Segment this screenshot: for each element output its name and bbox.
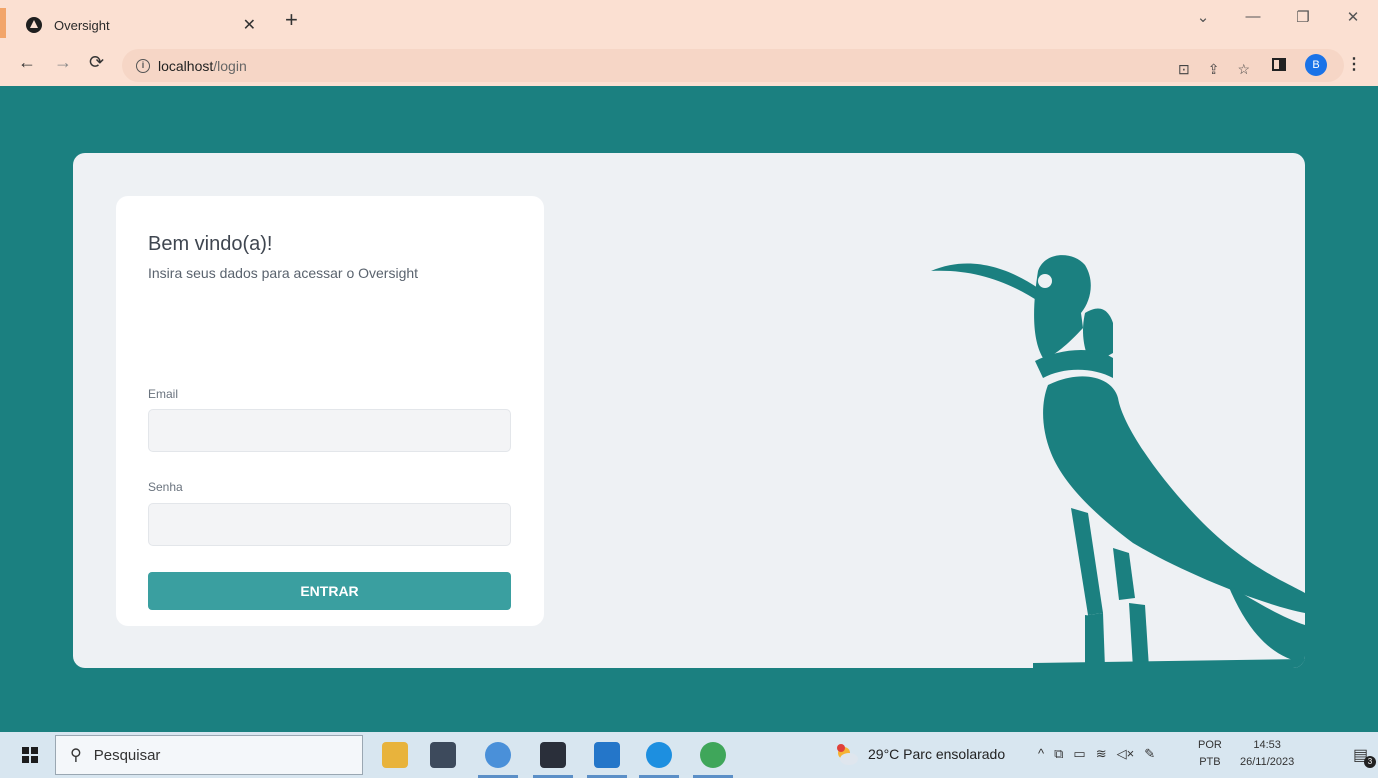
weather-status[interactable]: 29°C Parc ensolarado — [868, 746, 1005, 762]
restore-button[interactable]: ❐ — [1278, 8, 1328, 26]
pen-icon[interactable]: ✎ — [1144, 746, 1155, 762]
kebab-menu-icon[interactable]: ⋮ — [1346, 54, 1362, 74]
browser-tab-strip: Oversight ✕ + ⌄ — ❐ ✕ — [0, 0, 1378, 44]
browser-toolbar: ← → ⟳ i localhost/login ⊡ ⇪ ☆ B ⋮ — [0, 44, 1378, 86]
clock[interactable]: 14:53 26/11/2023 — [1240, 737, 1294, 771]
forward-icon[interactable]: → — [54, 52, 72, 73]
bookmark-star-icon[interactable]: ☆ — [1237, 61, 1250, 78]
address-bar[interactable]: i localhost/login ⊡ ⇪ ☆ — [122, 49, 1344, 82]
meet-now-icon[interactable]: ⧉ — [1054, 746, 1063, 762]
app-triangle-icon — [26, 17, 42, 33]
avatar[interactable]: B — [1305, 54, 1327, 76]
language-primary: POR — [1198, 739, 1222, 751]
url-host: localhost — [158, 57, 214, 74]
chrome-icon[interactable] — [485, 742, 511, 768]
wifi-icon[interactable]: ≋ — [1096, 746, 1107, 762]
notification-icon[interactable]: ▤ 3 — [1353, 745, 1376, 768]
address-bar-actions: ⊡ ⇪ ☆ — [1178, 61, 1250, 78]
tray-chevron-icon[interactable]: ^ — [1038, 746, 1044, 762]
language-indicator[interactable]: POR PTB — [1198, 737, 1222, 771]
clock-time: 14:53 — [1253, 739, 1281, 751]
window-controls: ⌄ — ❐ ✕ — [1178, 8, 1378, 26]
url-path: /login — [213, 57, 247, 74]
terminal-icon[interactable] — [540, 742, 566, 768]
vscode-icon[interactable] — [594, 742, 620, 768]
back-icon[interactable]: ← — [18, 52, 36, 73]
clock-date: 26/11/2023 — [1240, 756, 1295, 768]
minimize-button[interactable]: — — [1228, 8, 1278, 26]
windows-taskbar: ⚲ Pesquisar 29°C Parc ensolarado ^ ⧉ ▭ ≋… — [0, 732, 1378, 778]
tab-title: Oversight — [54, 17, 110, 33]
windows-start-icon[interactable] — [22, 747, 38, 763]
browser-tab[interactable]: Oversight ✕ — [8, 6, 274, 44]
volume-muted-icon[interactable]: ◁× — [1117, 746, 1135, 762]
file-explorer-icon[interactable] — [382, 742, 408, 768]
microsoft-store-icon[interactable] — [430, 742, 456, 768]
login-panel: Bem vindo(a)! Insira seus dados para ace… — [73, 153, 1305, 668]
close-window-button[interactable]: ✕ — [1328, 8, 1378, 26]
language-secondary: PTB — [1199, 756, 1221, 768]
notification-badge: 3 — [1364, 756, 1376, 768]
translate-icon[interactable]: ⊡ — [1178, 61, 1190, 78]
side-panel-icon[interactable] — [1272, 58, 1286, 71]
tab-accent — [0, 8, 6, 38]
weather-sun-cloud-icon[interactable] — [835, 744, 859, 766]
page-viewport: Bem vindo(a)! Insira seus dados para ace… — [0, 86, 1378, 732]
share-icon[interactable]: ⇪ — [1208, 61, 1220, 78]
docker-icon[interactable] — [646, 742, 672, 768]
oversight-bird-logo — [931, 255, 1305, 668]
battery-icon[interactable]: ▭ — [1073, 746, 1085, 762]
tab-search-chevron-icon[interactable]: ⌄ — [1178, 8, 1228, 26]
site-info-icon[interactable]: i — [136, 58, 150, 73]
close-tab-icon[interactable]: ✕ — [243, 15, 256, 35]
chrome-icon[interactable] — [700, 742, 726, 768]
search-icon: ⚲ — [70, 747, 82, 764]
taskbar-search-input[interactable]: ⚲ Pesquisar — [55, 735, 363, 775]
system-tray: ^ ⧉ ▭ ≋ ◁× ✎ — [1038, 746, 1155, 762]
new-tab-button[interactable]: + — [285, 9, 298, 31]
reload-icon[interactable]: ⟳ — [89, 52, 104, 73]
search-placeholder: Pesquisar — [93, 746, 161, 764]
